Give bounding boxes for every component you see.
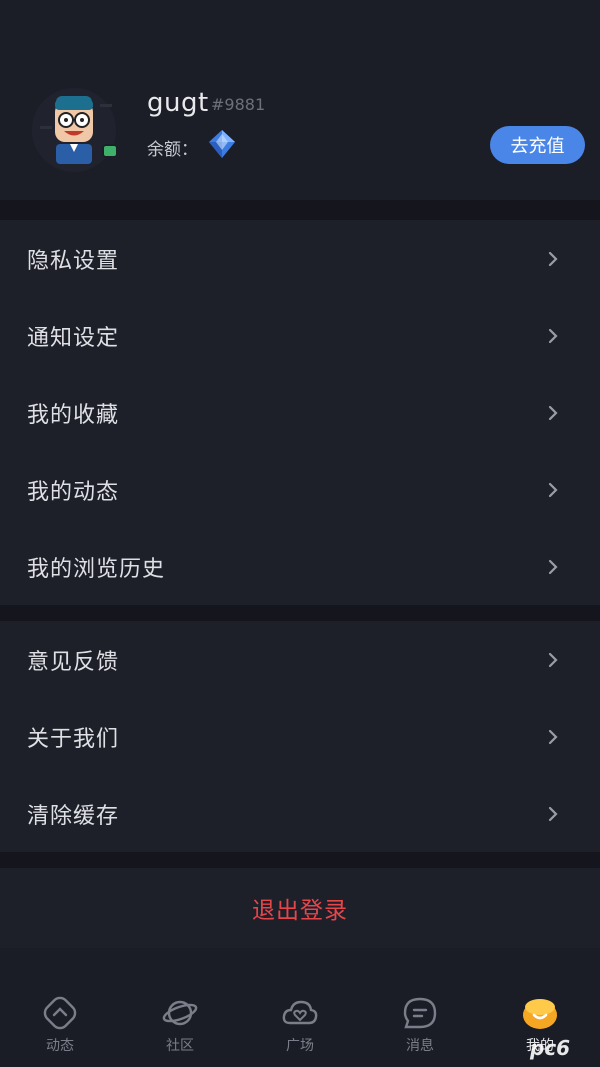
menu-item-feedback[interactable]: 意见反馈 [0,621,600,698]
avatar[interactable] [26,86,122,172]
menu-item-label: 清除缓存 [27,803,120,829]
profile-smile-icon [523,999,557,1029]
menu-item-clear-cache[interactable]: 清除缓存 [0,775,600,852]
menu-item-label: 关于我们 [27,726,120,752]
watermark-logo: pc6 [530,1036,571,1060]
menu-item-my-posts[interactable]: 我的动态 [0,451,600,528]
menu-item-label: 意见反馈 [27,649,120,675]
section-divider [0,200,600,220]
username: gugt [147,88,209,118]
menu-item-label: 通知设定 [27,325,120,351]
logout-label: 退出登录 [252,898,348,924]
chevron-right-icon [548,559,558,574]
menu-item-notifications[interactable]: 通知设定 [0,297,600,374]
tab-label: 广场 [286,1038,314,1054]
chevron-right-icon [548,482,558,497]
online-status-dot [102,144,118,158]
chevron-right-icon [548,729,558,744]
chevron-right-icon [548,328,558,343]
feed-icon [43,996,77,1030]
balance-label: 余额： [147,140,198,160]
menu-item-privacy[interactable]: 隐私设置 [0,220,600,297]
menu-item-label: 我的收藏 [27,402,120,428]
menu-item-history[interactable]: 我的浏览历史 [0,528,600,605]
message-icon [403,997,437,1029]
menu-item-favorites[interactable]: 我的收藏 [0,374,600,451]
tab-community[interactable]: 社区 [120,985,240,1067]
chevron-right-icon [548,405,558,420]
bottom-tab-bar: 动态 社区 广场 消息 我的 [0,985,600,1067]
tab-label: 消息 [406,1038,434,1054]
cloud-heart-icon [282,1000,318,1025]
menu-item-about[interactable]: 关于我们 [0,698,600,775]
tab-square[interactable]: 广场 [240,985,360,1067]
tab-messages[interactable]: 消息 [360,985,480,1067]
section-divider [0,852,600,868]
user-tag: #9881 [211,95,266,114]
tab-feed[interactable]: 动态 [0,985,120,1067]
section-divider [0,605,600,621]
settings-menu-group: 隐私设置 通知设定 我的收藏 我的动态 我的浏览历史 [0,220,600,605]
menu-item-label: 隐私设置 [27,248,120,274]
planet-icon [162,1000,198,1026]
recharge-button[interactable]: 去充值 [490,126,585,164]
misc-menu-group: 意见反馈 关于我们 清除缓存 [0,621,600,852]
logout-button[interactable]: 退出登录 [0,868,600,948]
chevron-right-icon [548,251,558,266]
diamond-icon [209,130,235,158]
tab-label: 动态 [46,1038,74,1054]
tab-label: 社区 [166,1038,194,1054]
menu-item-label: 我的动态 [27,479,120,505]
menu-item-label: 我的浏览历史 [27,556,166,582]
chevron-right-icon [548,806,558,821]
profile-header: gugt #9881 余额： 去充值 [0,0,600,200]
chevron-right-icon [548,652,558,667]
